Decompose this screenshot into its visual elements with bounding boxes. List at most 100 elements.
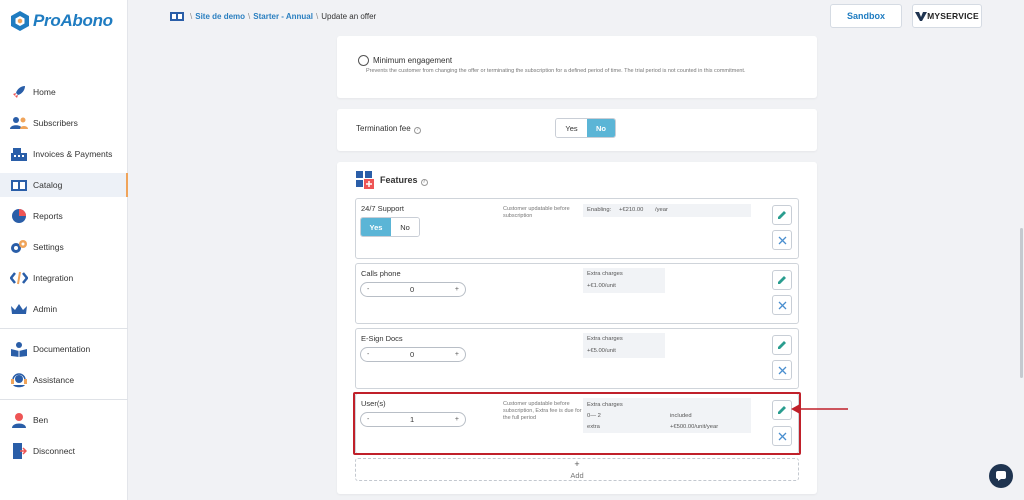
feature-name: E-Sign Docs <box>361 334 403 343</box>
breadcrumb-separator: \ <box>315 11 319 21</box>
sidebar-item-label: Catalog <box>33 180 63 190</box>
users-icon <box>10 114 28 132</box>
breadcrumb-separator: \ <box>248 11 251 21</box>
extra-charges-value: +€5.00/unit <box>587 348 616 354</box>
sidebar-item-invoices[interactable]: Invoices & Payments <box>0 142 128 166</box>
sidebar-item-label: Integration <box>33 273 74 283</box>
breadcrumb: \ Site de demo \ Starter - Annual \ Upda… <box>170 11 376 21</box>
sidebar-item-assistance[interactable]: Assistance <box>0 368 128 392</box>
rocket-icon <box>10 83 28 101</box>
sidebar-item-label: Admin <box>33 304 58 314</box>
sidebar-item-subscribers[interactable]: Subscribers <box>0 111 128 135</box>
cash-register-icon <box>10 145 28 163</box>
engagement-card <box>337 36 817 98</box>
termination-no[interactable]: No <box>587 119 615 137</box>
page-scrollbar[interactable] <box>1020 228 1023 378</box>
feature-price-label: Enabling: <box>587 207 612 213</box>
quantity-stepper[interactable]: - 0 + <box>360 282 466 297</box>
termination-yes[interactable]: Yes <box>556 119 587 137</box>
pointer-arrow-icon <box>791 404 848 414</box>
engagement-description: Prevents the customer from changing the … <box>366 68 746 74</box>
sidebar-item-label: Disconnect <box>33 446 76 456</box>
sidebar-item-user-ben[interactable]: Ben <box>0 408 128 432</box>
sidebar-item-settings[interactable]: Settings <box>0 235 128 259</box>
sidebar-divider <box>0 328 128 329</box>
quantity-stepper[interactable]: - 0 + <box>360 347 466 362</box>
tenant-logo-mark-icon <box>915 11 928 21</box>
sidebar-item-integration[interactable]: Integration <box>0 266 128 290</box>
decrement-button[interactable]: - <box>367 286 369 293</box>
sidebar-item-admin[interactable]: Admin <box>0 297 128 321</box>
extra-charges-value: +€1.00/unit <box>587 283 616 289</box>
increment-button[interactable]: + <box>455 286 459 293</box>
sidebar-item-label: Assistance <box>33 375 75 385</box>
edit-feature-button[interactable] <box>772 205 792 225</box>
help-icon[interactable]: ? <box>420 179 428 186</box>
help-icon[interactable]: ? <box>413 127 421 134</box>
remove-feature-button[interactable] <box>772 230 792 250</box>
book-reader-icon <box>10 340 28 358</box>
proabono-logo-icon <box>11 11 29 31</box>
termination-toggle[interactable]: Yes No <box>555 118 616 138</box>
remove-feature-button[interactable] <box>772 295 792 315</box>
feature-name: 24/7 Support <box>361 204 404 213</box>
pie-chart-icon <box>10 207 28 225</box>
features-title-text: Features <box>380 175 418 185</box>
tenant-logo-text: MYSERVICE <box>927 11 979 21</box>
door-icon <box>10 442 28 460</box>
breadcrumb-site[interactable]: Site de demo <box>195 12 245 21</box>
sidebar-item-label: Invoices & Payments <box>33 149 113 159</box>
chat-widget-button[interactable] <box>989 464 1013 488</box>
feature-name: Calls phone <box>361 269 401 278</box>
highlight-frame <box>353 392 801 455</box>
breadcrumb-separator: \ <box>190 11 193 21</box>
pencil-icon <box>778 341 786 349</box>
quantity-value[interactable]: 0 <box>410 350 414 359</box>
engagement-title: Minimum engagement <box>373 56 453 65</box>
add-label: Add <box>570 471 584 480</box>
code-icon <box>10 269 28 287</box>
sidebar-item-catalog[interactable]: Catalog <box>0 173 128 197</box>
tenant-logo[interactable]: MYSERVICE <box>912 4 982 28</box>
sidebar-item-disconnect[interactable]: Disconnect <box>0 439 128 463</box>
minimum-engagement-radio[interactable] <box>358 55 369 66</box>
feature-price-period: /year <box>655 207 668 213</box>
gears-icon <box>10 238 28 256</box>
sidebar-item-reports[interactable]: Reports <box>0 204 128 228</box>
close-icon <box>778 366 786 374</box>
sidebar-item-label: Documentation <box>33 344 91 354</box>
increment-button[interactable]: + <box>455 351 459 358</box>
breadcrumb-offer[interactable]: Starter - Annual <box>253 12 313 21</box>
edit-feature-button[interactable] <box>772 335 792 355</box>
sidebar-item-label: Settings <box>33 242 64 252</box>
features-icon <box>356 171 374 189</box>
sidebar-item-label: Reports <box>33 211 63 221</box>
catalog-icon <box>170 12 184 21</box>
support-yes[interactable]: Yes <box>361 218 391 236</box>
sidebar-item-documentation[interactable]: Documentation <box>0 337 128 361</box>
user-icon <box>10 411 28 429</box>
chat-bubble-icon <box>996 471 1006 481</box>
sidebar-item-label: Ben <box>33 415 49 425</box>
edit-feature-button[interactable] <box>772 270 792 290</box>
catalog-icon <box>10 176 28 194</box>
sandbox-button[interactable]: Sandbox <box>830 4 902 28</box>
feature-note: Customer updatable before subscription <box>503 206 570 219</box>
pencil-icon <box>778 211 786 219</box>
headset-icon <box>10 371 28 389</box>
support-toggle[interactable]: Yes No <box>360 217 420 237</box>
sidebar: ProAbono Home Subscribers Invoices & Pay… <box>0 0 128 500</box>
decrement-button[interactable]: - <box>367 351 369 358</box>
termination-label-text: Termination fee <box>356 124 411 133</box>
quantity-value[interactable]: 0 <box>410 285 414 294</box>
brand-logo[interactable]: ProAbono <box>11 11 113 31</box>
sidebar-item-home[interactable]: Home <box>0 80 128 104</box>
remove-feature-button[interactable] <box>772 360 792 380</box>
crown-icon <box>10 300 28 318</box>
feature-price-value: +€210.00 <box>619 207 644 213</box>
sidebar-divider <box>0 399 128 400</box>
add-plus-icon: + <box>574 459 580 469</box>
support-no[interactable]: No <box>391 218 419 236</box>
brand-name: ProAbono <box>33 11 113 30</box>
close-icon <box>778 301 786 309</box>
